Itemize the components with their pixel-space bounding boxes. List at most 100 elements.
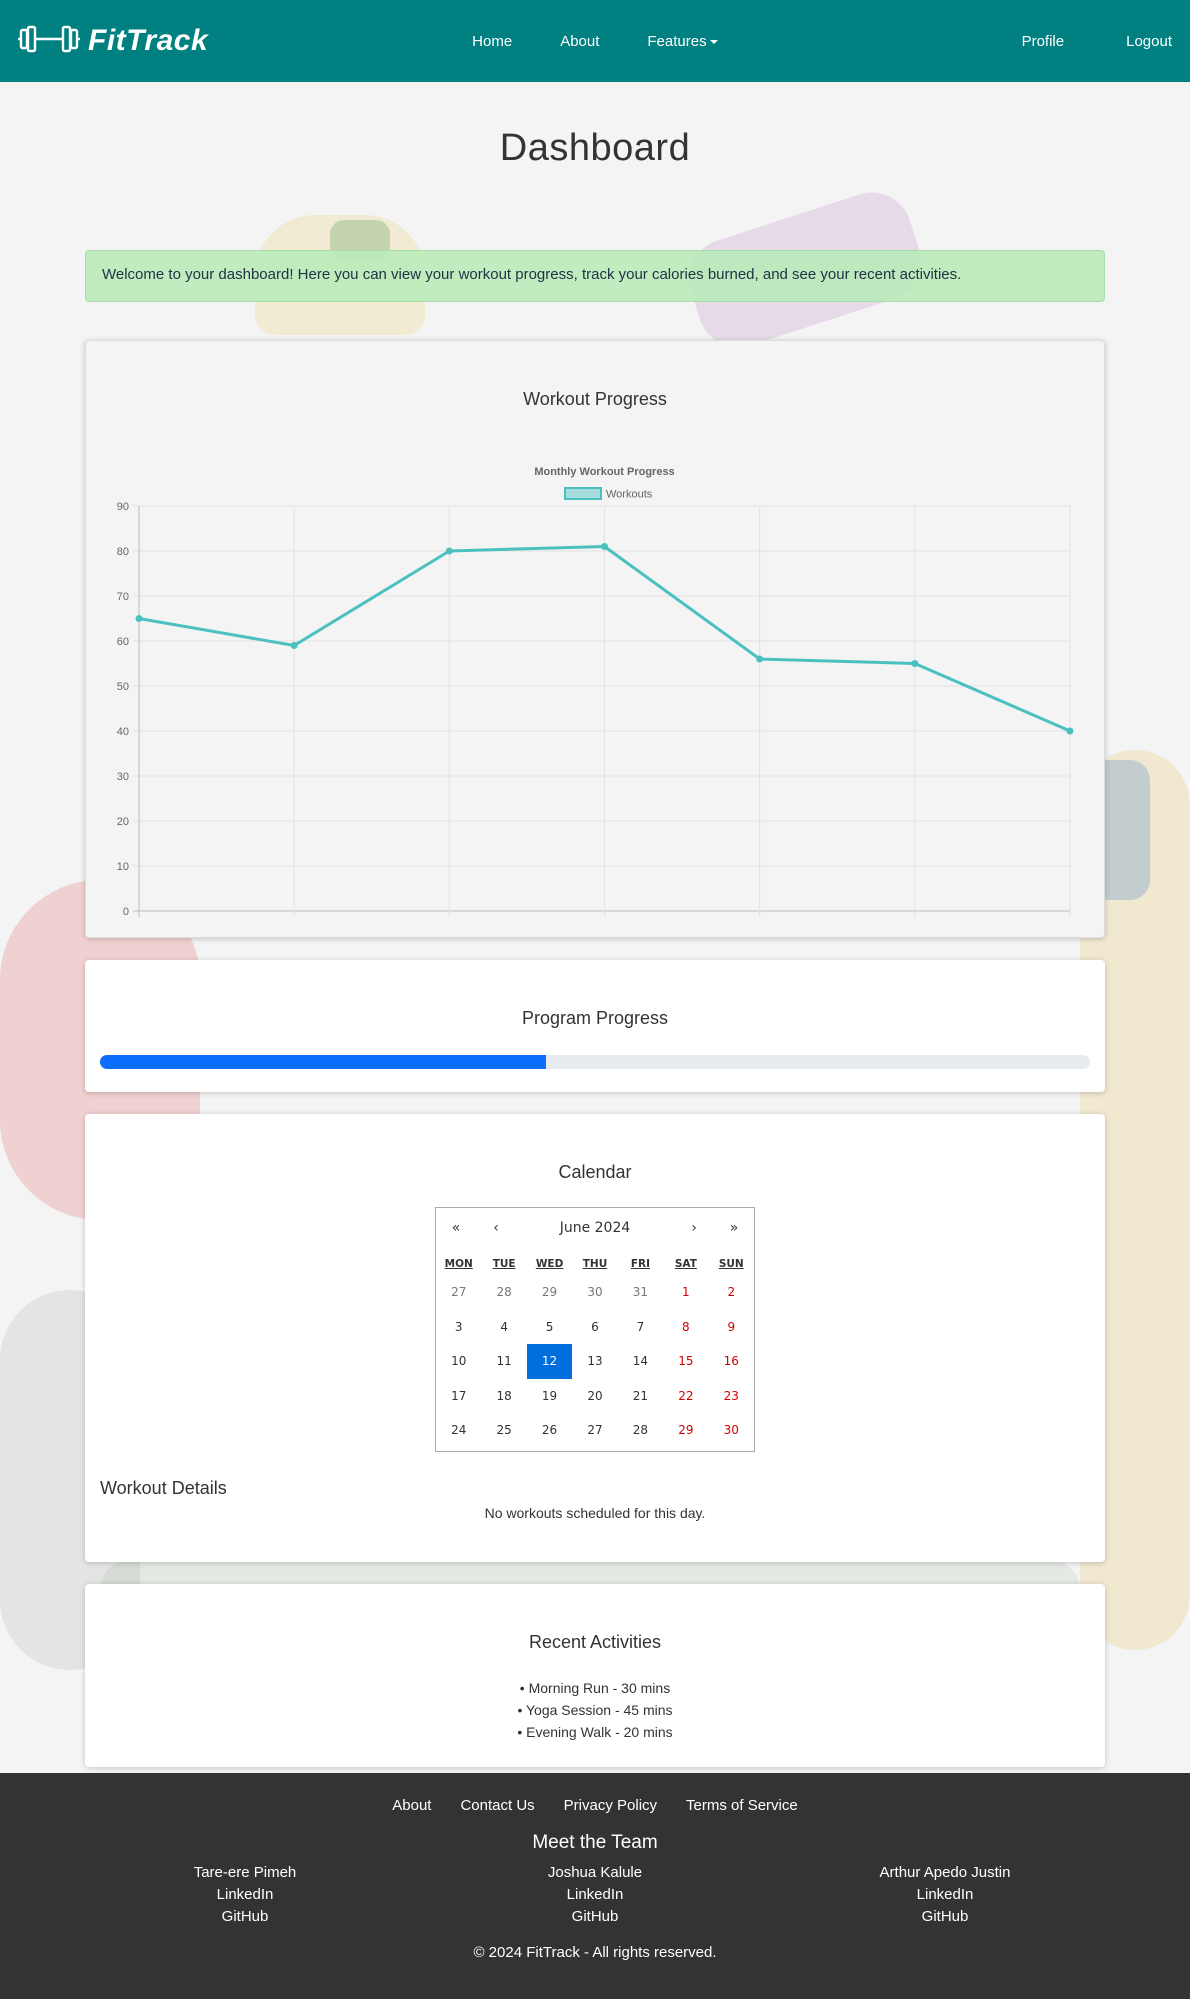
- calendar-weekday-wed: WED: [535, 1258, 564, 1270]
- calendar-card: Calendar « ‹ June 2024 › » MON TUE WED THU F…: [85, 1114, 1105, 1562]
- chart-legend-swatch: [564, 487, 602, 500]
- calendar-next-year-button[interactable]: »: [714, 1220, 754, 1236]
- calendar-month-label[interactable]: June 2024: [516, 1220, 674, 1236]
- welcome-alert: Welcome to your dashboard! Here you can …: [85, 250, 1105, 302]
- calendar-day[interactable]: 4: [481, 1310, 526, 1345]
- calendar-widget: « ‹ June 2024 › » MON TUE WED THU FRI SAT SUN 2…: [435, 1207, 755, 1452]
- calendar-day[interactable]: 8: [663, 1310, 708, 1345]
- calendar-day[interactable]: 10: [436, 1344, 481, 1379]
- list-item: • Yoga Session - 45 mins: [517, 1702, 673, 1718]
- main-content: Dashboard Welcome to your dashboard! Her…: [85, 127, 1105, 1767]
- calendar-day[interactable]: 30: [709, 1413, 754, 1448]
- team-member: Tare-ere Pimeh LinkedIn GitHub: [120, 1862, 370, 1928]
- chart-y-tick-label: 40: [117, 726, 129, 738]
- team-member-linkedin-link[interactable]: LinkedIn: [470, 1884, 720, 1906]
- team-member-github-link[interactable]: GitHub: [820, 1906, 1070, 1928]
- calendar-weekday-sun: SUN: [718, 1258, 744, 1270]
- calendar-day[interactable]: 12: [526, 1344, 573, 1379]
- team-members: Tare-ere Pimeh LinkedIn GitHub Joshua Ka…: [120, 1862, 1070, 1928]
- calendar-day[interactable]: 6: [572, 1310, 617, 1345]
- team-member-github-link[interactable]: GitHub: [470, 1906, 720, 1928]
- calendar-day[interactable]: 27: [436, 1275, 481, 1310]
- team-member-name: Tare-ere Pimeh: [193, 1864, 297, 1881]
- recent-activities-card: Recent Activities • Morning Run - 30 min…: [85, 1584, 1105, 1767]
- calendar-day[interactable]: 18: [481, 1379, 526, 1414]
- calendar-day[interactable]: 28: [481, 1275, 526, 1310]
- calendar-day[interactable]: 19: [527, 1379, 572, 1414]
- nav-profile-link[interactable]: Profile: [960, 33, 1065, 50]
- calendar-day[interactable]: 11: [481, 1344, 526, 1379]
- page-footer: About Contact Us Privacy Policy Terms of…: [0, 1773, 1190, 1999]
- calendar-day[interactable]: 30: [572, 1275, 617, 1310]
- list-item: • Morning Run - 30 mins: [519, 1680, 671, 1696]
- chart-legend-label: Workouts: [606, 489, 653, 501]
- calendar-day[interactable]: 9: [709, 1310, 754, 1345]
- top-navbar: FitTrack Home About Features Profile Log…: [0, 0, 1190, 82]
- calendar-day[interactable]: 22: [663, 1379, 708, 1414]
- calendar-day[interactable]: 21: [618, 1379, 663, 1414]
- workout-progress-title: Workout Progress: [523, 389, 667, 409]
- page-title: Dashboard: [499, 127, 691, 169]
- footer-about-link[interactable]: About: [392, 1797, 431, 1814]
- calendar-day[interactable]: 27: [572, 1413, 617, 1448]
- calendar-weekday-sat: SAT: [674, 1258, 697, 1270]
- calendar-day[interactable]: 25: [481, 1413, 526, 1448]
- workout-details-text: No workouts scheduled for this day.: [484, 1504, 706, 1521]
- team-title: Meet the Team: [532, 1832, 658, 1853]
- calendar-day[interactable]: 3: [436, 1310, 481, 1345]
- calendar-day[interactable]: 5: [527, 1310, 572, 1345]
- calendar-day[interactable]: 29: [663, 1413, 708, 1448]
- footer-terms-link[interactable]: Terms of Service: [686, 1797, 798, 1814]
- nav-features-dropdown[interactable]: Features: [623, 33, 741, 50]
- calendar-day[interactable]: 2: [709, 1275, 754, 1310]
- footer-contact-link[interactable]: Contact Us: [460, 1797, 534, 1814]
- calendar-day[interactable]: 28: [618, 1413, 663, 1448]
- calendar-day[interactable]: 14: [618, 1344, 663, 1379]
- team-member-linkedin-link[interactable]: LinkedIn: [820, 1884, 1070, 1906]
- nav-about-link[interactable]: About: [536, 33, 623, 50]
- chart-y-tick-label: 60: [117, 636, 129, 648]
- nav-logout-link[interactable]: Logout: [1064, 33, 1172, 50]
- calendar-day[interactable]: 13: [572, 1344, 617, 1379]
- team-member-name: Joshua Kalule: [547, 1864, 643, 1881]
- calendar-day[interactable]: 7: [618, 1310, 663, 1345]
- calendar-navigation: « ‹ June 2024 › »: [436, 1208, 754, 1248]
- calendar-weekday-tue: TUE: [492, 1258, 516, 1270]
- calendar-day[interactable]: 23: [709, 1379, 754, 1414]
- calendar-weekday-mon: MON: [444, 1258, 473, 1270]
- nav-home-link[interactable]: Home: [448, 33, 536, 50]
- list-item: • Evening Walk - 20 mins: [517, 1724, 673, 1740]
- calendar-day[interactable]: 20: [572, 1379, 617, 1414]
- chart-y-tick-label: 20: [117, 816, 129, 828]
- workout-chart-container: Monthly Workout Progress Workouts 0 10 20 30 4…: [101, 420, 1089, 934]
- chart-data-point: [290, 642, 298, 649]
- copyright-text: © 2024 FitTrack - All rights reserved.: [473, 1944, 717, 1961]
- team-member-linkedin-link[interactable]: LinkedIn: [120, 1884, 370, 1906]
- calendar-prev-year-button[interactable]: «: [436, 1220, 476, 1236]
- calendar-day[interactable]: 1: [663, 1275, 708, 1310]
- chart-data-point: [135, 615, 143, 622]
- calendar-day[interactable]: 16: [709, 1344, 754, 1379]
- brand-link[interactable]: FitTrack: [18, 24, 208, 59]
- calendar-prev-month-button[interactable]: ‹: [476, 1220, 516, 1236]
- calendar-day[interactable]: 26: [527, 1413, 572, 1448]
- workout-progress-card: Workout Progress Monthly Workout Progres…: [85, 340, 1105, 938]
- team-member-github-link[interactable]: GitHub: [120, 1906, 370, 1928]
- footer-links: About Contact Us Privacy Policy Terms of…: [0, 1773, 1190, 1814]
- recent-activities-title: Recent Activities: [528, 1632, 662, 1652]
- chart-y-tick-label: 10: [117, 861, 129, 873]
- calendar-next-month-button[interactable]: ›: [674, 1220, 714, 1236]
- caret-down-icon: [709, 39, 718, 44]
- calendar-day[interactable]: 15: [663, 1344, 708, 1379]
- team-member: Arthur Apedo Justin LinkedIn GitHub: [820, 1862, 1070, 1928]
- chart-data-point: [911, 660, 919, 667]
- calendar-day[interactable]: 31: [618, 1275, 663, 1310]
- calendar-day[interactable]: 29: [527, 1275, 572, 1310]
- footer-privacy-link[interactable]: Privacy Policy: [564, 1797, 657, 1814]
- chart-y-tick-label: 30: [117, 771, 129, 783]
- chart-y-tick-label: 70: [117, 591, 129, 603]
- calendar-grid: MON TUE WED THU FRI SAT SUN 27 28 29 30 31 1 2 3 4 5 6 7 8 9…: [436, 1248, 754, 1451]
- calendar-title: Calendar: [558, 1162, 632, 1182]
- calendar-day[interactable]: 24: [436, 1413, 481, 1448]
- calendar-day[interactable]: 17: [436, 1379, 481, 1414]
